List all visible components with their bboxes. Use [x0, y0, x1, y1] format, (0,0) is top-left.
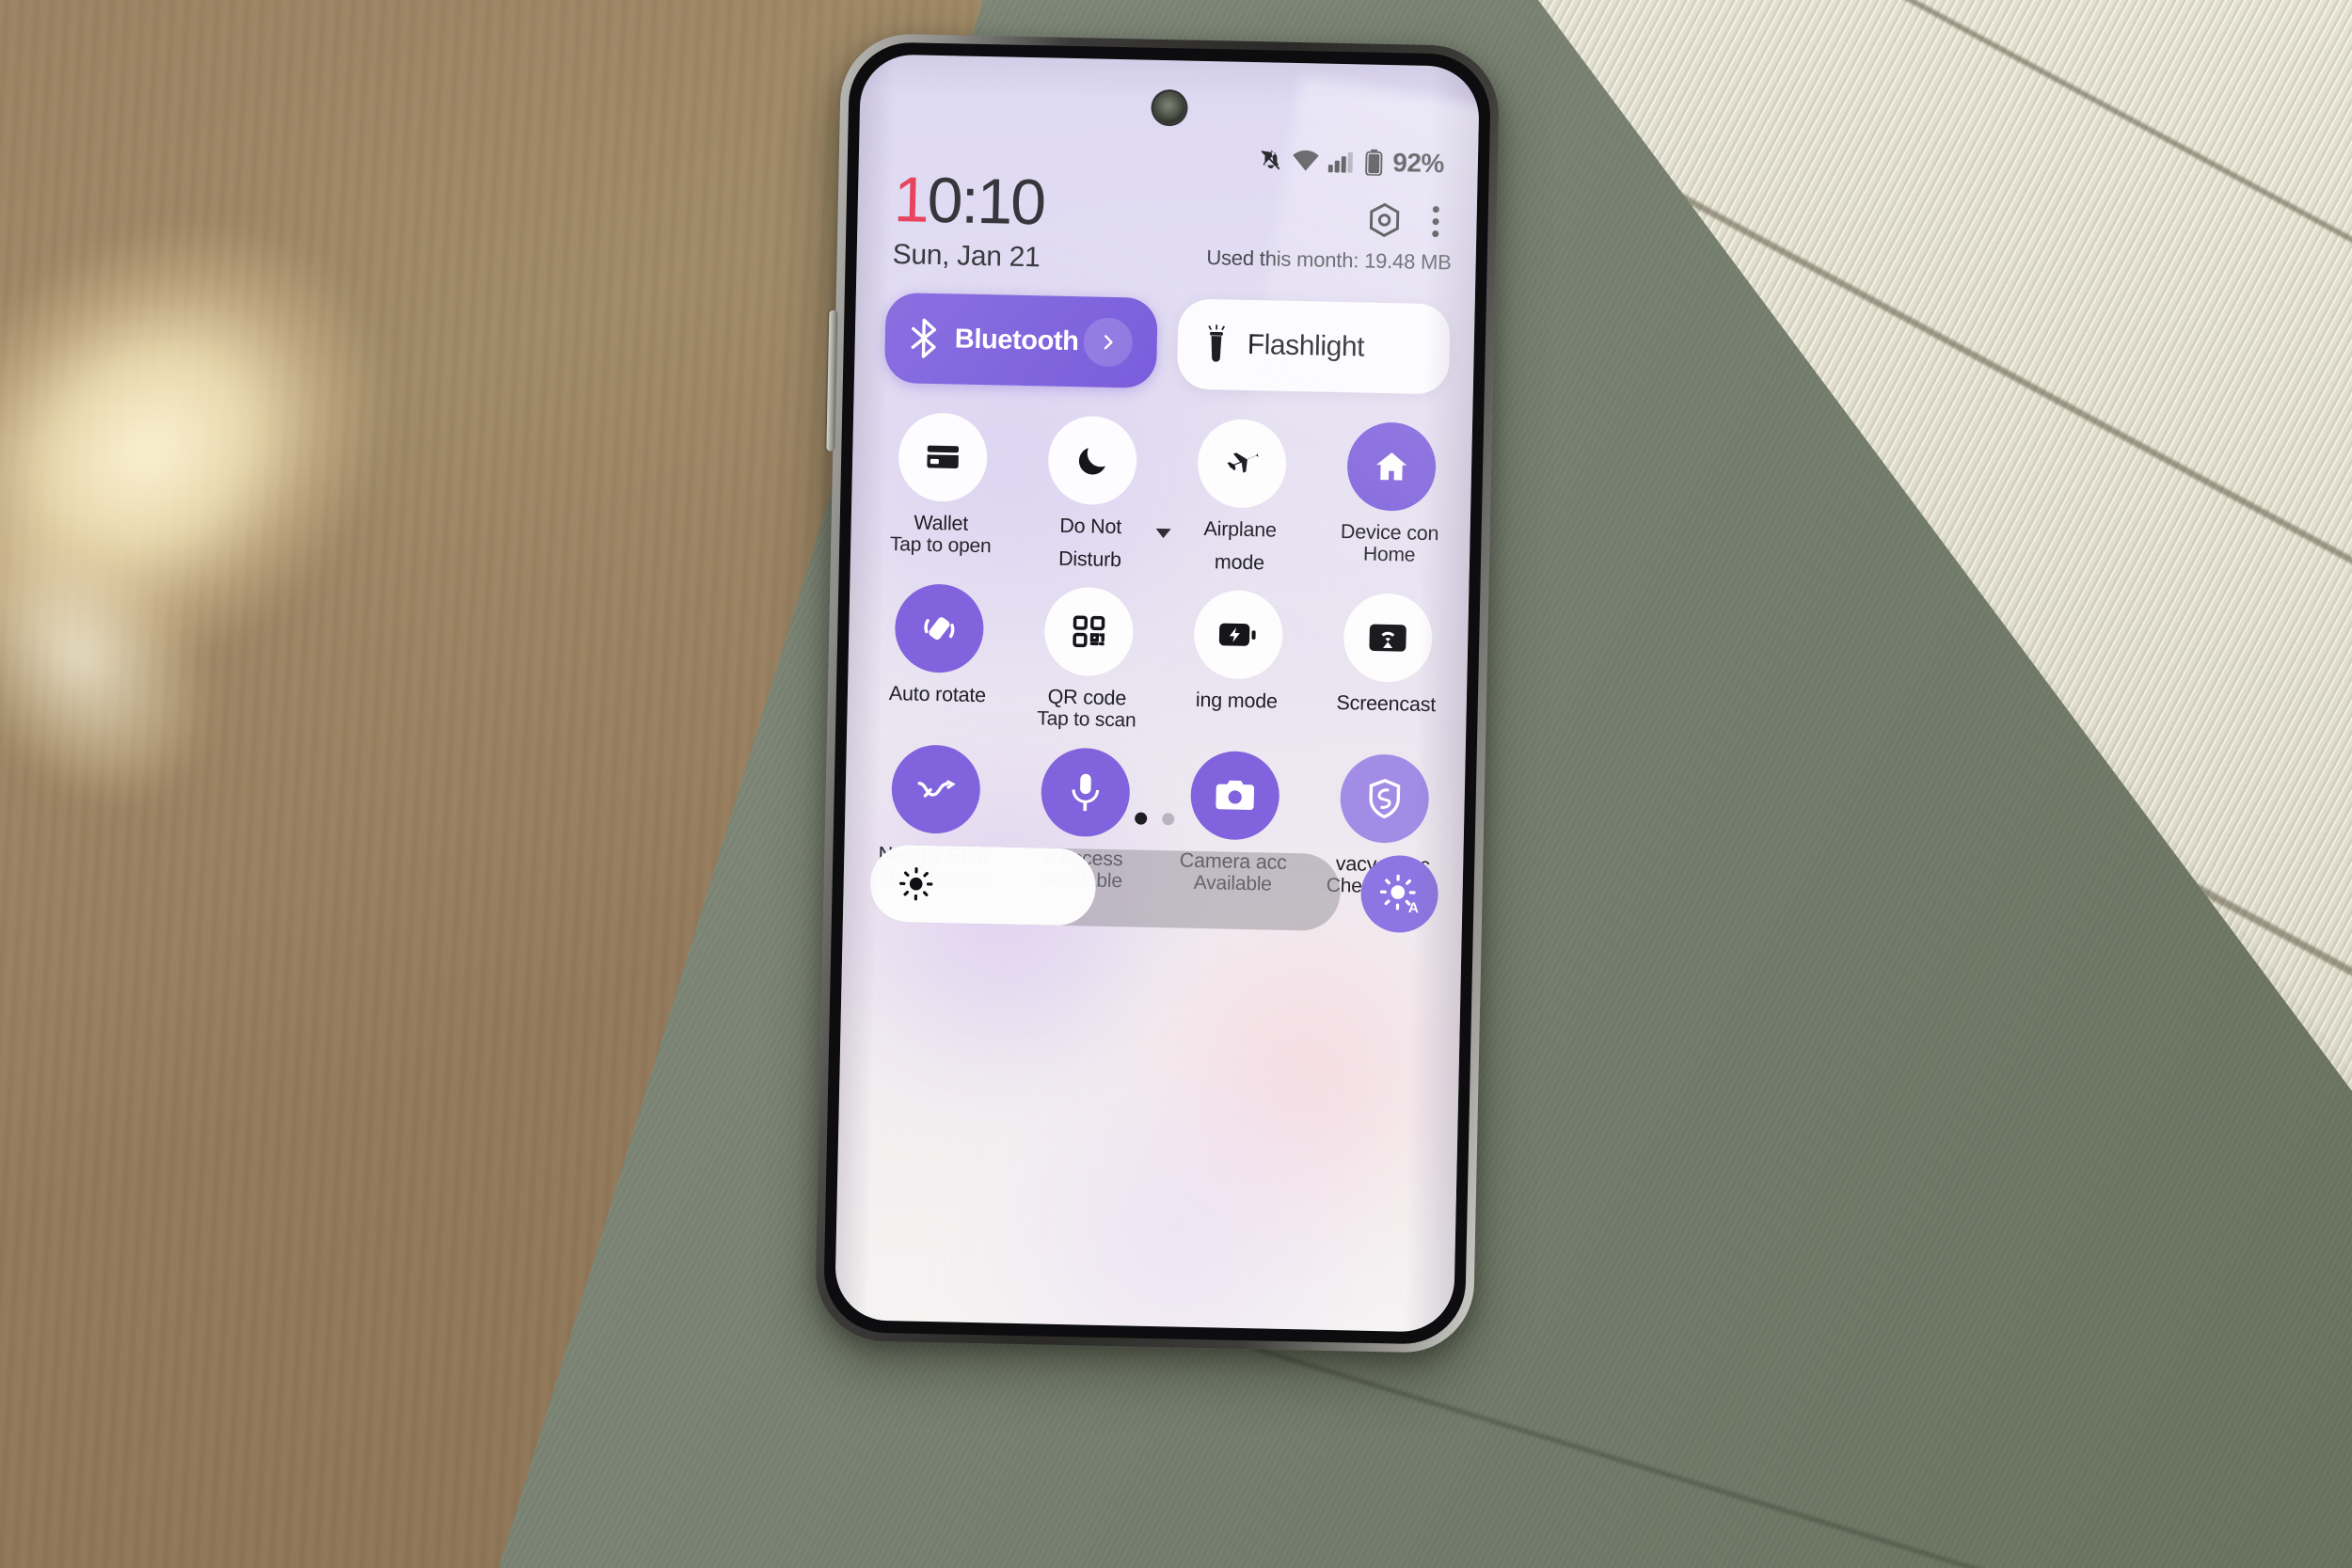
page-dot[interactable] — [1162, 813, 1175, 826]
tile-label: Device con — [1340, 520, 1439, 546]
smartphone: 92% 10:10 Sun, Jan 21 Used this month: 1… — [814, 32, 1501, 1354]
bluetooth-tile[interactable]: Bluetooth — [883, 292, 1158, 388]
battery-icon — [1365, 149, 1384, 176]
clock-time-rest: 0:10 — [926, 164, 1045, 239]
chevron-right-icon[interactable] — [1083, 317, 1134, 368]
tile-device-control[interactable]: Device con Home — [1314, 420, 1467, 578]
quick-settings-gear-icon[interactable] — [1364, 200, 1405, 241]
battery-percentage: 92% — [1392, 148, 1445, 179]
tile-do-not-disturb[interactable]: Do Not Disturb — [1015, 415, 1171, 572]
brightness-slider[interactable] — [868, 844, 1342, 932]
home-house-icon — [1345, 421, 1437, 513]
bluetooth-icon — [909, 318, 938, 358]
flashlight-label: Flashlight — [1247, 328, 1365, 363]
battery-bolt-icon — [1192, 589, 1283, 680]
auto-brightness-icon: A — [1378, 873, 1421, 915]
pill-toggle-row: Bluetooth Flashlight — [883, 292, 1451, 395]
camera-icon — [1189, 751, 1280, 842]
tile-label: QR code — [1047, 685, 1127, 710]
tile-label: Screencast — [1336, 691, 1437, 717]
quick-settings-panel: 92% 10:10 Sun, Jan 21 Used this month: 1… — [834, 54, 1480, 1332]
tile-label: Wallet — [914, 511, 969, 535]
header-actions — [1364, 200, 1449, 242]
shield-icon — [1339, 753, 1430, 845]
tile-sublabel: Tap to scan — [1037, 707, 1136, 732]
auto-brightness-button[interactable]: A — [1359, 854, 1439, 934]
tile-label-line2: Disturb — [1057, 546, 1122, 572]
tile-qr-code[interactable]: QR code Tap to scan — [1011, 586, 1164, 734]
auto-rotate-icon — [893, 583, 984, 674]
phone-screen: 92% 10:10 Sun, Jan 21 Used this month: 1… — [834, 54, 1481, 1333]
clock-block: 10:10 Sun, Jan 21 — [892, 164, 1045, 274]
data-usage-text[interactable]: Used this month: 19.48 MB — [1206, 245, 1452, 275]
tile-label: ing mode — [1195, 689, 1279, 713]
tile-label: Airplane — [1203, 517, 1278, 542]
clock-time-highlight: 1 — [893, 164, 929, 236]
tile-label-line2: mode — [1214, 550, 1265, 575]
nearby-share-icon — [890, 744, 981, 835]
tile-charging-mode[interactable]: ing mode — [1161, 589, 1313, 736]
brightness-sun-icon — [898, 865, 934, 902]
clock-time[interactable]: 10:10 — [893, 164, 1045, 238]
wifi-icon — [1292, 149, 1321, 174]
qr-code-icon — [1042, 586, 1134, 677]
tile-label: Auto rotate — [888, 682, 987, 707]
airplane-icon — [1196, 418, 1287, 509]
page-dot-active[interactable] — [1135, 812, 1148, 825]
flashlight-tile[interactable]: Flashlight — [1176, 298, 1451, 395]
svg-text:A: A — [1408, 900, 1419, 915]
photo-scene: 92% 10:10 Sun, Jan 21 Used this month: 1… — [0, 0, 2352, 1568]
bluetooth-label: Bluetooth — [954, 323, 1079, 356]
screencast-icon — [1342, 593, 1433, 684]
cellular-signal-icon — [1328, 150, 1357, 174]
flashlight-icon — [1201, 324, 1231, 366]
tile-screencast[interactable]: Screencast — [1311, 593, 1463, 740]
moon-icon — [1046, 415, 1137, 506]
tile-sublabel: Tap to open — [889, 533, 992, 558]
tile-wallet[interactable]: Wallet Tap to open — [866, 412, 1018, 569]
clock-date: Sun, Jan 21 — [892, 239, 1041, 274]
microphone-icon — [1040, 747, 1131, 838]
brightness-row: A — [868, 844, 1439, 934]
tile-label: Do Not — [1059, 514, 1122, 539]
tile-auto-rotate[interactable]: Auto rotate — [862, 583, 1014, 731]
wallet-card-icon — [897, 412, 988, 503]
more-options-icon[interactable] — [1432, 205, 1439, 237]
tile-airplane-mode[interactable]: Airplane mode — [1165, 418, 1317, 575]
tile-sublabel: Home — [1362, 543, 1416, 566]
bell-muted-icon — [1259, 148, 1284, 173]
